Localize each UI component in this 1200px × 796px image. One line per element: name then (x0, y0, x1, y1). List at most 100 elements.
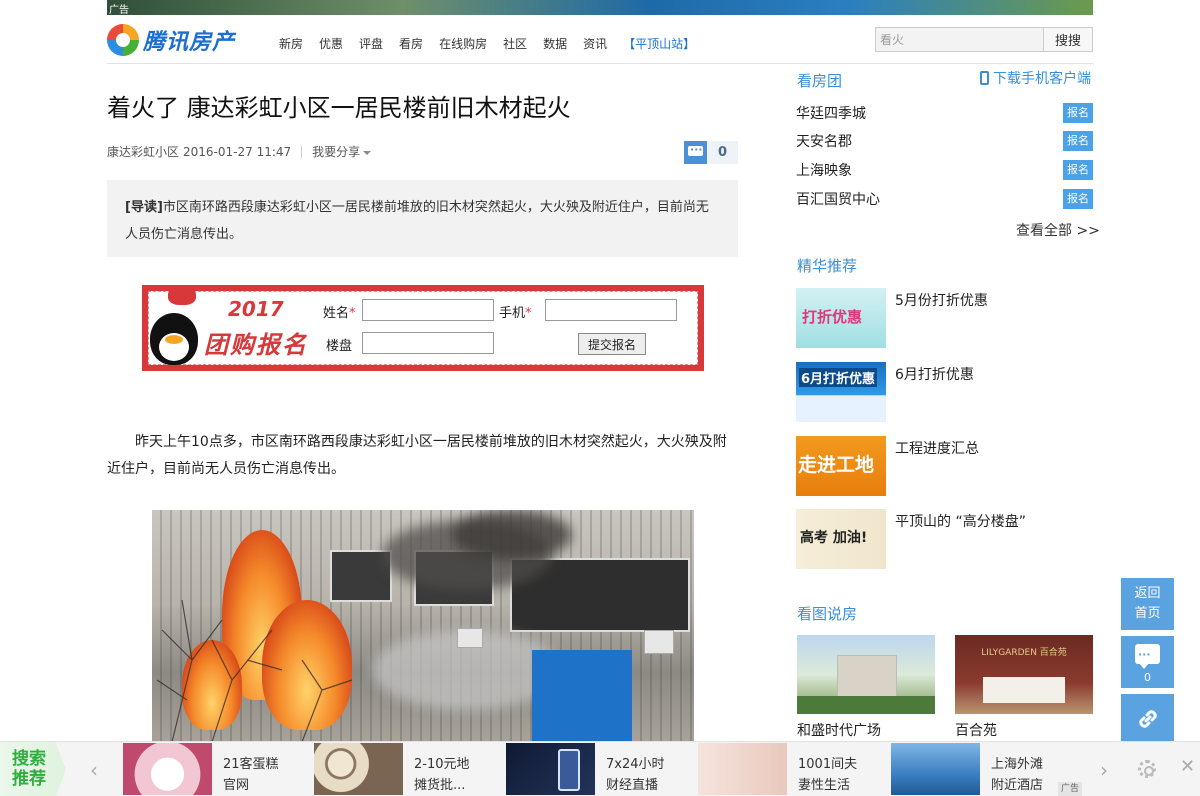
floating-comment-count: 0 (1144, 671, 1151, 684)
rec-item[interactable]: 打折优惠 5月份打折优惠 (796, 288, 1093, 348)
recommend-image[interactable] (891, 743, 980, 795)
recommend-subtitle[interactable]: 妻性生活 (798, 774, 850, 793)
recommend-item[interactable]: 21客蛋糕 官网 (123, 743, 313, 795)
recommend-image[interactable] (314, 743, 403, 795)
pic-image[interactable]: LILYGARDEN 百合苑 (955, 635, 1093, 714)
recommend-item[interactable]: 上海外滩 附近酒店 (891, 743, 1081, 795)
rec-label[interactable]: 6月打折优惠 (895, 364, 974, 384)
recommend-title[interactable]: 上海外滩 (991, 753, 1043, 772)
meta-source[interactable]: 康达彩虹小区 (107, 143, 179, 160)
groupbuy-signup-ad: 2017 团购报名 姓名* 手机* 楼盘 提交报名 (142, 285, 704, 371)
recommend-image[interactable] (698, 743, 787, 795)
article-meta: 康达彩虹小区 2016-01-27 11:47 我要分享 (107, 143, 372, 160)
rec-thumb[interactable]: 走进工地 (796, 436, 886, 496)
pic-caption[interactable]: 和盛时代广场 (797, 720, 935, 740)
rec-label[interactable]: 平顶山的 “高分楼盘” (895, 511, 1026, 531)
see-all-link[interactable]: 查看全部 >> (1016, 220, 1100, 240)
thumb-text: 走进工地 (798, 454, 875, 476)
top-banner-ad[interactable]: 广告 (107, 0, 1093, 15)
rec-thumb[interactable]: 打折优惠 (796, 288, 886, 348)
comment-count: 0 (707, 141, 738, 164)
main-nav: 新房 优惠 评盘 看房 在线购房 社区 数据 资讯 【平顶山站】 (279, 35, 711, 52)
tour-item[interactable]: 百汇国贸中心 报名 (796, 189, 1093, 211)
rec-label[interactable]: 5月份打折优惠 (895, 290, 988, 310)
rec-item[interactable]: 走进工地 工程进度汇总 (796, 436, 1093, 496)
recommend-item[interactable]: 7x24小时 财经直播 (506, 743, 696, 795)
tour-item[interactable]: 上海映象 报名 (796, 160, 1093, 182)
floating-comment-button[interactable]: ··· 0 (1121, 636, 1174, 688)
thumb-text: 6月打折优惠 (799, 368, 878, 387)
recommend-image[interactable] (123, 743, 212, 795)
rec-item[interactable]: 高考 加油! 平顶山的 “高分楼盘” (796, 509, 1093, 569)
recommend-subtitle[interactable]: 财经直播 (606, 774, 658, 793)
greenery-shape (797, 696, 935, 714)
pic-caption[interactable]: 百合苑 (955, 720, 1093, 740)
tour-name[interactable]: 华廷四季城 (796, 106, 866, 122)
comment-icon (684, 141, 707, 164)
rec-label[interactable]: 工程进度汇总 (895, 438, 979, 458)
lantern-icon (168, 287, 196, 305)
tour-item[interactable]: 天安名郡 报名 (796, 131, 1093, 153)
table-shape (983, 677, 1065, 703)
nav-item-tours[interactable]: 看房 (399, 35, 423, 52)
recommend-image[interactable] (506, 743, 595, 795)
tour-name[interactable]: 百汇国贸中心 (796, 192, 880, 208)
nav-item-new-homes[interactable]: 新房 (279, 35, 303, 52)
app-download-link[interactable]: 下载手机客户端 (980, 68, 1091, 88)
close-icon[interactable]: ✕ (1180, 756, 1195, 777)
tour-section-title[interactable]: 看房团 (797, 70, 842, 91)
article-lead: [导读]市区南环路西段康达彩虹小区一居民楼前堆放的旧木材突然起火，大火殃及附近住… (107, 180, 738, 257)
submit-signup-button[interactable]: 提交报名 (578, 333, 646, 355)
tour-signup-button[interactable]: 报名 (1063, 189, 1093, 209)
phone-graphic (558, 749, 580, 791)
gear-icon[interactable] (1138, 760, 1156, 778)
site-selector[interactable]: 【平顶山站】 (623, 35, 695, 52)
comment-count-button[interactable]: 0 (684, 141, 738, 164)
share-link-button[interactable] (1121, 694, 1174, 744)
phone-label-text: 手机 (499, 306, 526, 321)
rec-section-title[interactable]: 精华推荐 (797, 255, 857, 276)
recommend-subtitle[interactable]: 官网 (223, 774, 249, 793)
meta-time: 2016-01-27 11:47 (183, 144, 292, 159)
back-to-home-button[interactable]: 返回首页 (1121, 578, 1174, 630)
chevron-down-icon (363, 150, 372, 155)
nav-item-community[interactable]: 社区 (503, 35, 527, 52)
tour-name[interactable]: 上海映象 (796, 163, 852, 179)
rec-item[interactable]: 6月打折优惠 6月打折优惠 (796, 362, 1093, 422)
pic-card[interactable]: 和盛时代广场 (797, 635, 935, 740)
pic-card[interactable]: LILYGARDEN 百合苑 百合苑 (955, 635, 1093, 740)
nav-item-online-buy[interactable]: 在线购房 (439, 35, 487, 52)
nav-item-discounts[interactable]: 优惠 (319, 35, 343, 52)
nav-item-reviews[interactable]: 评盘 (359, 35, 383, 52)
next-arrow-icon[interactable]: › (1100, 758, 1108, 782)
recommend-subtitle[interactable]: 摊货批... (414, 774, 465, 793)
recommend-subtitle[interactable]: 附近酒店 (991, 774, 1043, 793)
recommend-title[interactable]: 2-10元地 (414, 753, 470, 772)
search-button[interactable]: 搜搜 (1043, 27, 1093, 52)
pic-image[interactable] (797, 635, 935, 714)
recommend-title[interactable]: 1001间夫 (798, 753, 857, 772)
nav-item-data[interactable]: 数据 (543, 35, 567, 52)
recommend-title[interactable]: 21客蛋糕 (223, 753, 279, 772)
nav-item-news[interactable]: 资讯 (583, 35, 607, 52)
prev-arrow-icon[interactable]: ‹ (90, 758, 98, 782)
pic-section-title[interactable]: 看图说房 (797, 603, 857, 624)
recommend-item[interactable]: 2-10元地 摊货批... (314, 743, 504, 795)
rec-thumb[interactable]: 6月打折优惠 (796, 362, 886, 422)
phone-icon (980, 71, 989, 85)
tour-item[interactable]: 华廷四季城 报名 (796, 103, 1093, 125)
tour-name[interactable]: 天安名郡 (796, 134, 852, 150)
phone-field[interactable] (545, 299, 677, 321)
tour-signup-button[interactable]: 报名 (1063, 160, 1093, 180)
recommend-title[interactable]: 7x24小时 (606, 753, 665, 772)
page: { "top_ad": { "tag": "广告" }, "header": {… (0, 0, 1200, 796)
name-field[interactable] (362, 299, 494, 321)
rec-thumb[interactable]: 高考 加油! (796, 509, 886, 569)
share-button[interactable]: 我要分享 (312, 143, 372, 160)
tour-signup-button[interactable]: 报名 (1063, 131, 1093, 151)
logo[interactable]: 腾讯房产 (107, 24, 235, 56)
tour-signup-button[interactable]: 报名 (1063, 103, 1093, 123)
estate-field[interactable] (362, 332, 494, 354)
search-input[interactable] (875, 27, 1043, 52)
recommend-item[interactable]: 1001间夫 妻性生活 (698, 743, 888, 795)
